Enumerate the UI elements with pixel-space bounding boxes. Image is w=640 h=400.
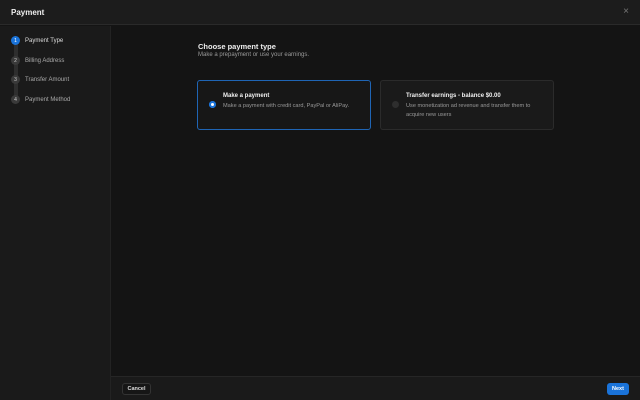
section-subheading: Make a prepayment or use your earnings. [198,52,310,58]
step-label: Payment Method [25,96,71,103]
option-title: Transfer earnings - balance $0.00 [406,93,501,99]
next-button[interactable]: Next [607,383,629,395]
radio-unselected[interactable] [392,101,399,108]
step-payment-method[interactable]: 4 Payment Method [11,95,70,104]
dialog-title: Payment [11,8,45,17]
option-transfer-earnings[interactable]: Transfer earnings - balance $0.00 Use mo… [380,80,554,130]
section-heading: Choose payment type [198,42,276,51]
radio-selected[interactable] [209,101,216,108]
dialog-footer: Cancel Next [111,376,640,400]
step-transfer-amount[interactable]: 3 Transfer Amount [11,75,69,84]
step-label: Billing Address [25,57,65,64]
steps-connector [14,40,18,100]
option-description: Use monetization ad revenue and transfer… [406,103,531,118]
dialog-header: Payment × [0,0,640,25]
step-number: 3 [11,75,20,84]
cancel-button[interactable]: Cancel [122,383,151,395]
option-title: Make a payment [223,93,270,99]
step-label: Payment Type [25,37,64,44]
option-make-payment[interactable]: Make a payment Make a payment with credi… [197,80,371,130]
step-payment-type[interactable]: 1 Payment Type [11,36,63,45]
steps-sidebar: 1 Payment Type 2 Billing Address 3 Transfer… [0,26,111,400]
option-description: Make a payment with credit card, PayPal … [223,103,350,109]
step-billing-address[interactable]: 2 Billing Address [11,56,64,65]
step-number: 1 [11,36,20,45]
step-number: 4 [11,95,20,104]
step-number: 2 [11,56,20,65]
step-label: Transfer Amount [25,76,70,83]
close-icon[interactable]: × [623,6,629,17]
